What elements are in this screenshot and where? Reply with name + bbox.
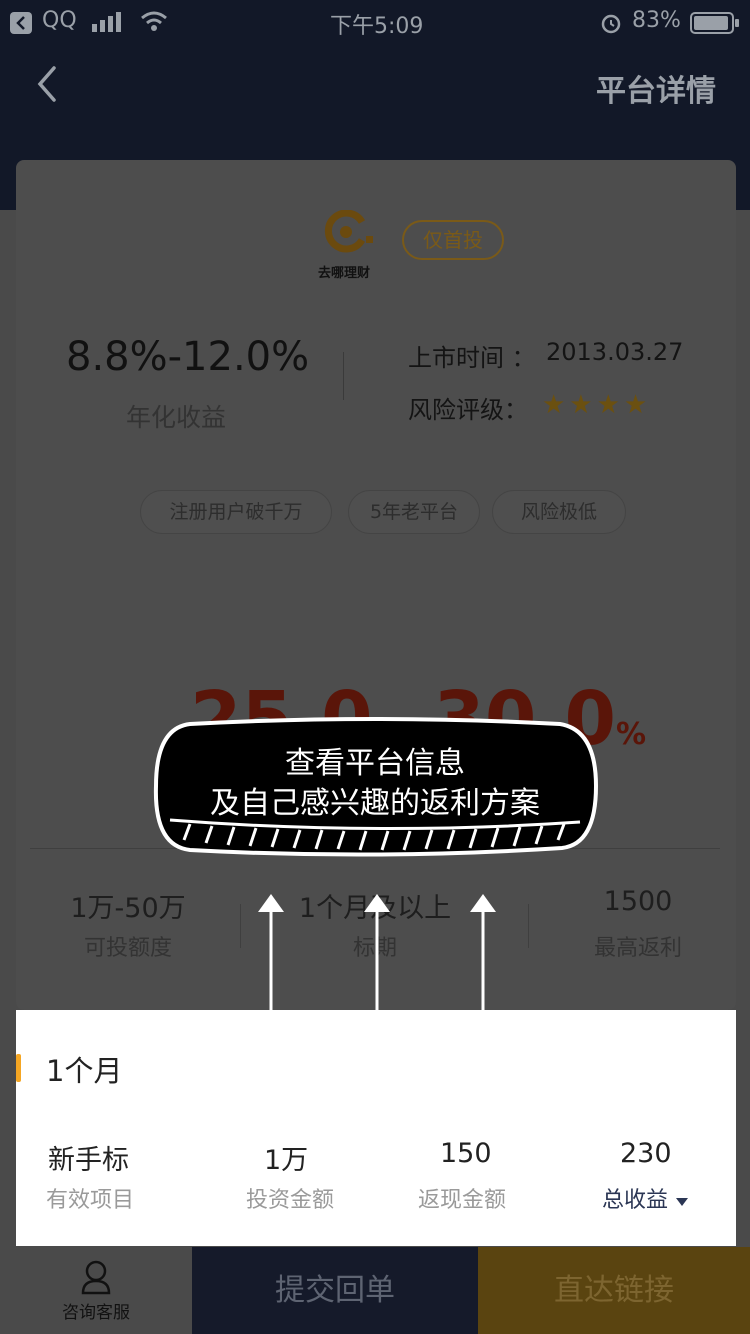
plan-project-value: 新手标 [48,1145,129,1176]
submit-receipt-button[interactable]: 提交回单 [192,1247,478,1334]
divider [240,904,241,948]
battery-icon [690,12,740,40]
platform-logo-icon [322,209,376,256]
divider [343,352,344,400]
listing-date-value: 2013.03.27 [546,338,684,366]
plan-total-value: 230 [620,1138,672,1169]
listing-date-label: 上市时间 ： [408,344,536,372]
plan-total-dropdown[interactable]: 总收益 [602,1182,689,1214]
risk-rating-label: 风险评级： [408,396,528,424]
annual-rate-label: 年化收益 [126,403,227,432]
plan-cashback-label: 返现金额 [418,1188,507,1213]
up-arrow-icon [364,894,390,1010]
first-invest-badge: 仅首投 [402,220,504,260]
customer-service-icon [81,1260,111,1295]
up-arrow-icon [470,894,496,1010]
tutorial-line-1: 查看平台信息 [285,746,465,781]
stat-amount-label: 可投额度 [83,936,172,961]
carrier-label: QQ [42,8,77,33]
plan-total-label: 总收益 [602,1188,669,1213]
stat-rebate-value: 1500 [603,886,673,917]
battery-percent: 83% [632,8,681,33]
back-icon[interactable] [30,62,70,106]
plan-project-label: 有效项目 [46,1188,135,1213]
plan-invest-value: 1万 [264,1145,309,1176]
platform-card [16,160,736,1010]
page-title: 平台详情 [596,74,716,109]
plan-period: 1个月 [46,1054,123,1088]
wifi-icon [140,10,168,38]
clock: 下午5:09 [330,14,424,39]
plan-cashback-value: 150 [440,1138,492,1169]
section-accent [16,1054,21,1082]
plan-invest-label: 投资金额 [246,1188,335,1213]
up-arrow-icon [258,894,284,1010]
signal-icon [92,12,126,38]
stat-amount-value: 1万-50万 [70,893,186,924]
caret-down-icon [676,1198,689,1206]
direct-link-button[interactable]: 直达链接 [478,1247,750,1334]
platform-logo-text: 去哪理财 [318,266,371,281]
status-bar: QQ 下午5:09 83% [0,0,750,46]
divider [528,904,529,948]
risk-rating-stars: ★★★★ [542,390,652,420]
tag-years: 5年老平台 [348,490,480,534]
rebate-rate-unit-2: % [615,717,647,752]
stat-rebate-label: 最高返利 [593,936,682,961]
tutorial-line-2: 及自己感兴趣的返利方案 [210,786,540,821]
tag-users: 注册用户破千万 [140,490,332,534]
alarm-icon [600,12,622,40]
back-to-app-icon [10,12,32,40]
tag-risk: 风险极低 [492,490,626,534]
consult-service-label: 咨询客服 [62,1303,130,1323]
annual-rate: 8.8%-12.0% [66,334,310,380]
